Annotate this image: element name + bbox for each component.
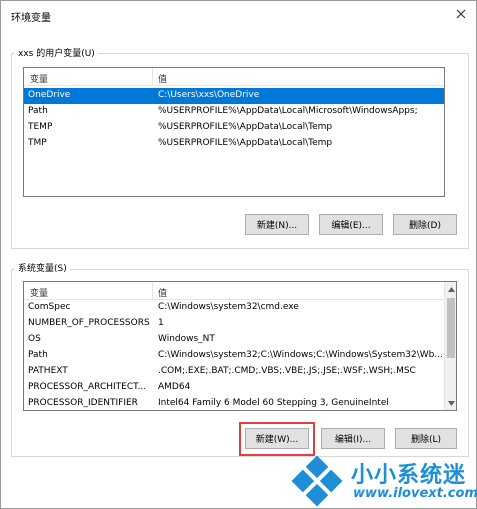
column-header-variable[interactable]: 变量 — [30, 72, 48, 85]
watermark-url: www.ilovext.com — [353, 486, 477, 501]
var-name: PATHEXT — [28, 366, 68, 376]
column-header-variable[interactable]: 变量 — [30, 286, 48, 299]
system-variables-label: 系统变量(S) — [15, 261, 70, 274]
var-value: %USERPROFILE%\AppData\Local\Temp — [158, 122, 333, 132]
window-title: 环境变量 — [11, 13, 51, 24]
close-icon — [456, 9, 466, 19]
var-value: C:\Windows\system32\cmd.exe — [158, 302, 299, 312]
var-value: C:\Users\xxs\OneDrive — [158, 90, 260, 100]
system-var-row[interactable]: PROCESSOR_IDENTIFIER Intel64 Family 6 Mo… — [24, 396, 446, 410]
column-separator[interactable] — [152, 282, 153, 300]
user-edit-button[interactable]: 编辑(E)... — [319, 214, 383, 235]
column-header-value[interactable]: 值 — [158, 72, 167, 85]
var-name: ComSpec — [28, 302, 71, 312]
user-var-row[interactable]: Path %USERPROFILE%\AppData\Local\Microso… — [24, 104, 444, 120]
var-value: C:\Windows\system32;C:\Windows;C:\Window… — [158, 350, 443, 360]
var-value: AMD64 — [158, 382, 191, 392]
user-new-button[interactable]: 新建(N)... — [245, 214, 309, 235]
var-value: Intel64 Family 6 Model 60 Stepping 3, Ge… — [158, 398, 389, 408]
var-name: OneDrive — [28, 90, 71, 100]
new-button-highlight — [239, 422, 315, 456]
user-list-header: 变量 值 — [24, 68, 444, 86]
system-var-row[interactable]: PROCESSOR_ARCHITECT... AMD64 — [24, 380, 446, 396]
user-variables-list[interactable]: 变量 值 OneDrive C:\Users\xxs\OneDrive Path… — [23, 67, 445, 197]
chevron-up-icon — [447, 286, 455, 292]
system-edit-button[interactable]: 编辑(I)... — [321, 428, 385, 449]
scroll-down-arrow[interactable] — [445, 396, 456, 410]
environment-variables-dialog: 环境变量 xxs 的用户变量(U) 变量 值 OneDrive C:\Users… — [0, 0, 477, 509]
windows-logo-icon — [291, 455, 343, 507]
chevron-down-icon — [447, 400, 455, 406]
var-value: 1 — [158, 318, 164, 328]
user-var-row[interactable]: OneDrive C:\Users\xxs\OneDrive — [24, 88, 444, 104]
user-delete-button[interactable]: 删除(D) — [393, 214, 457, 235]
system-variables-list[interactable]: 变量 值 ComSpec C:\Windows\system32\cmd.exe… — [23, 281, 457, 411]
scroll-up-arrow[interactable] — [445, 282, 456, 296]
var-value: .COM;.EXE;.BAT;.CMD;.VBS;.VBE;.JS;.JSE;.… — [158, 366, 416, 376]
var-name: OS — [28, 334, 41, 344]
system-var-row[interactable]: Path C:\Windows\system32;C:\Windows;C:\W… — [24, 348, 446, 364]
var-name: Path — [28, 350, 48, 360]
watermark: 小小系统迷 www.ilovext.com — [287, 453, 477, 509]
system-delete-button[interactable]: 删除(L) — [395, 428, 457, 449]
system-list-scrollbar[interactable] — [444, 282, 456, 410]
var-name: TMP — [28, 138, 47, 148]
column-header-value[interactable]: 值 — [158, 286, 167, 299]
user-variables-label: xxs 的用户变量(U) — [15, 46, 98, 59]
system-var-row[interactable]: OS Windows_NT — [24, 332, 446, 348]
var-name: TEMP — [28, 122, 53, 132]
user-var-row[interactable]: TMP %USERPROFILE%\AppData\Local\Temp — [24, 136, 444, 152]
system-list-header: 变量 值 — [24, 282, 444, 300]
var-name: PROCESSOR_ARCHITECT... — [28, 382, 147, 392]
close-button[interactable] — [450, 4, 472, 24]
system-var-row[interactable]: PATHEXT .COM;.EXE;.BAT;.CMD;.VBS;.VBE;.J… — [24, 364, 446, 380]
var-value: %USERPROFILE%\AppData\Local\Microsoft\Wi… — [158, 106, 418, 116]
var-value: Windows_NT — [158, 334, 215, 344]
var-name: NUMBER_OF_PROCESSORS — [28, 318, 150, 328]
column-separator[interactable] — [152, 68, 153, 86]
watermark-brand: 小小系统迷 — [351, 463, 467, 488]
scroll-thumb[interactable] — [447, 298, 455, 358]
user-var-row[interactable]: TEMP %USERPROFILE%\AppData\Local\Temp — [24, 120, 444, 136]
system-var-row[interactable]: ComSpec C:\Windows\system32\cmd.exe — [24, 300, 446, 316]
system-var-row[interactable]: NUMBER_OF_PROCESSORS 1 — [24, 316, 446, 332]
var-name: PROCESSOR_IDENTIFIER — [28, 398, 138, 408]
var-name: Path — [28, 106, 48, 116]
title-bar: 环境变量 — [1, 1, 476, 29]
var-value: %USERPROFILE%\AppData\Local\Temp — [158, 138, 333, 148]
